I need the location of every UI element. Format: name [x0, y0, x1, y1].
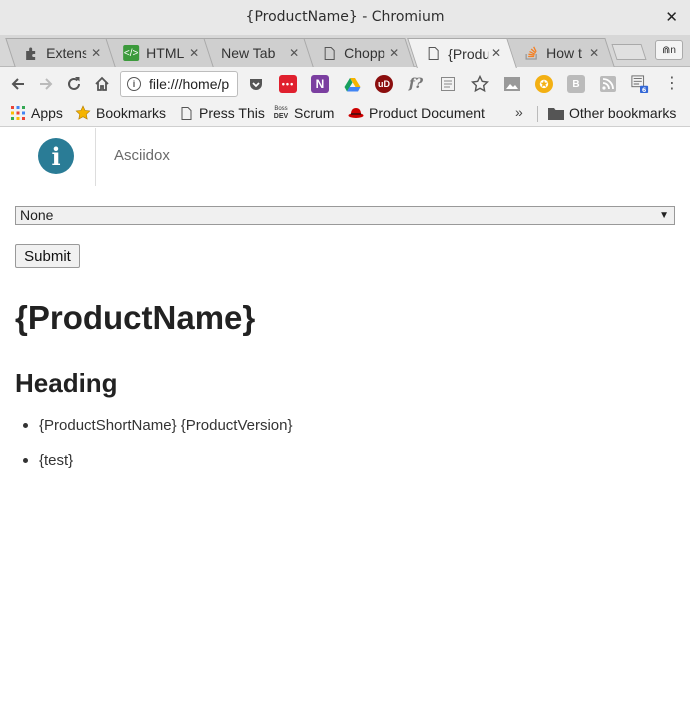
dev-icon: Boss DEV	[273, 106, 289, 120]
pocket-icon[interactable]	[247, 75, 265, 93]
stackoverflow-icon	[523, 45, 539, 61]
window-close-button[interactable]: ✕	[665, 8, 678, 26]
tab-label: Extens	[46, 45, 87, 61]
brand-name: Asciidox	[114, 147, 170, 164]
tab-how-to[interactable]: How t ✕	[505, 38, 615, 67]
tab-new-tab[interactable]: New Tab ✕	[203, 38, 315, 67]
formula-icon[interactable]: f?	[407, 75, 425, 93]
bold-ext-icon[interactable]: B	[567, 75, 585, 93]
chevron-down-icon: ▼	[659, 210, 669, 221]
bookmark-label: Press This	[199, 105, 265, 121]
page-icon	[321, 45, 337, 61]
select-value: None	[20, 207, 54, 223]
section-heading: Heading	[15, 368, 118, 398]
rss-icon[interactable]	[599, 75, 617, 93]
list-item: {test}	[15, 452, 615, 487]
tab-label: How t	[546, 45, 582, 61]
bookmark-label: Product Document	[369, 105, 485, 121]
address-url: file:///home/p	[149, 76, 230, 92]
document-select[interactable]: None ▼	[15, 206, 675, 225]
folder-icon	[548, 105, 564, 121]
forward-arrow-icon[interactable]	[35, 73, 57, 95]
tab-label: HTML	[146, 45, 185, 61]
bookmark-press-this[interactable]: Press This	[178, 105, 265, 121]
header-divider	[95, 128, 96, 186]
tab-close-icon[interactable]: ✕	[289, 46, 299, 60]
bookmark-bookmarks[interactable]: Bookmarks	[75, 105, 166, 121]
info-logo-icon: i	[38, 138, 74, 174]
logo-glyph: i	[51, 141, 61, 171]
info-icon[interactable]: i	[127, 77, 141, 91]
bookmarks-overflow-icon[interactable]: »	[515, 104, 523, 120]
google-drive-icon[interactable]	[343, 75, 361, 93]
bookmark-apps[interactable]: Apps	[10, 105, 63, 121]
star-icon	[75, 105, 91, 121]
tab-chopp[interactable]: Chopp ✕	[303, 38, 415, 67]
tab-close-icon[interactable]: ✕	[91, 46, 101, 60]
page-content: i Asciidox None ▼ Submit {ProductName} H…	[0, 128, 690, 707]
list-item-text: {ProductShortName} {ProductVersion}	[39, 417, 293, 434]
rating-icon[interactable]: ✪	[535, 75, 553, 93]
browser-toolbar: i file:///home/p ••• N uD f? ✪ B 6 ⋮	[0, 67, 690, 101]
image-icon[interactable]	[503, 75, 521, 93]
page-icon	[178, 105, 194, 121]
tab-close-icon[interactable]: ✕	[189, 46, 199, 60]
bullet-icon	[23, 423, 28, 428]
bookmark-label: Scrum	[294, 105, 335, 121]
address-bar[interactable]: i file:///home/p	[120, 71, 238, 97]
content-list: {ProductShortName} {ProductVersion} {tes…	[15, 417, 615, 487]
bookmark-label: Bookmarks	[96, 105, 167, 121]
tab-label: {Produ	[448, 45, 489, 62]
html-icon: </>	[123, 45, 140, 61]
new-tab-button[interactable]	[611, 44, 647, 60]
profile-button[interactable]: ⋒n	[655, 40, 683, 60]
back-arrow-icon[interactable]	[7, 73, 29, 95]
page-title: {ProductName}	[15, 299, 256, 336]
tab-label: New Tab	[221, 45, 276, 61]
bookmarks-bar: Apps Bookmarks Press This Boss DEV Scrum …	[0, 101, 690, 127]
list-item-text: {test}	[39, 452, 74, 469]
svg-text:6: 6	[642, 87, 647, 94]
tab-html[interactable]: </> HTML ✕	[105, 38, 215, 67]
bookmark-label: Apps	[31, 105, 63, 121]
devtools-badge-icon[interactable]: 6	[631, 75, 649, 94]
tab-strip: Extens ✕ </> HTML ✕ New Tab ✕ Chopp ✕ {P…	[0, 35, 690, 68]
ublock-icon[interactable]: uD	[375, 75, 393, 93]
tab-close-icon[interactable]: ✕	[389, 46, 399, 60]
puzzle-icon	[23, 45, 39, 61]
bookmark-label: Other bookmarks	[569, 105, 677, 121]
tab-close-icon[interactable]: ✕	[491, 46, 501, 60]
page-icon	[425, 46, 441, 62]
tab-productname[interactable]: {Produ ✕	[407, 38, 517, 68]
reload-icon[interactable]	[63, 73, 85, 95]
redhat-icon	[348, 105, 364, 121]
bullet-icon	[23, 458, 28, 463]
reader-icon[interactable]	[439, 75, 457, 93]
bookmark-product-document[interactable]: Product Document	[348, 105, 487, 121]
bookmark-star-icon[interactable]	[471, 75, 489, 93]
bookmarks-separator	[537, 106, 538, 122]
list-item: {ProductShortName} {ProductVersion}	[15, 417, 615, 452]
browser-menu-icon[interactable]: ⋮	[664, 75, 680, 93]
onenote-icon[interactable]: N	[311, 75, 329, 93]
bookmark-other-bookmarks[interactable]: Other bookmarks	[548, 105, 676, 121]
tab-extensions[interactable]: Extens ✕	[5, 38, 117, 67]
submit-button[interactable]: Submit	[15, 244, 80, 268]
home-icon[interactable]	[91, 73, 113, 95]
tab-close-icon[interactable]: ✕	[589, 46, 599, 60]
tab-label: Chopp	[344, 45, 385, 61]
bookmark-scrum[interactable]: Boss DEV Scrum	[273, 105, 335, 121]
window-titlebar: {ProductName} - Chromium ✕	[0, 0, 690, 35]
apps-grid-icon	[10, 105, 26, 121]
lastpass-icon[interactable]: •••	[279, 75, 297, 93]
window-title: {ProductName} - Chromium	[245, 9, 445, 25]
